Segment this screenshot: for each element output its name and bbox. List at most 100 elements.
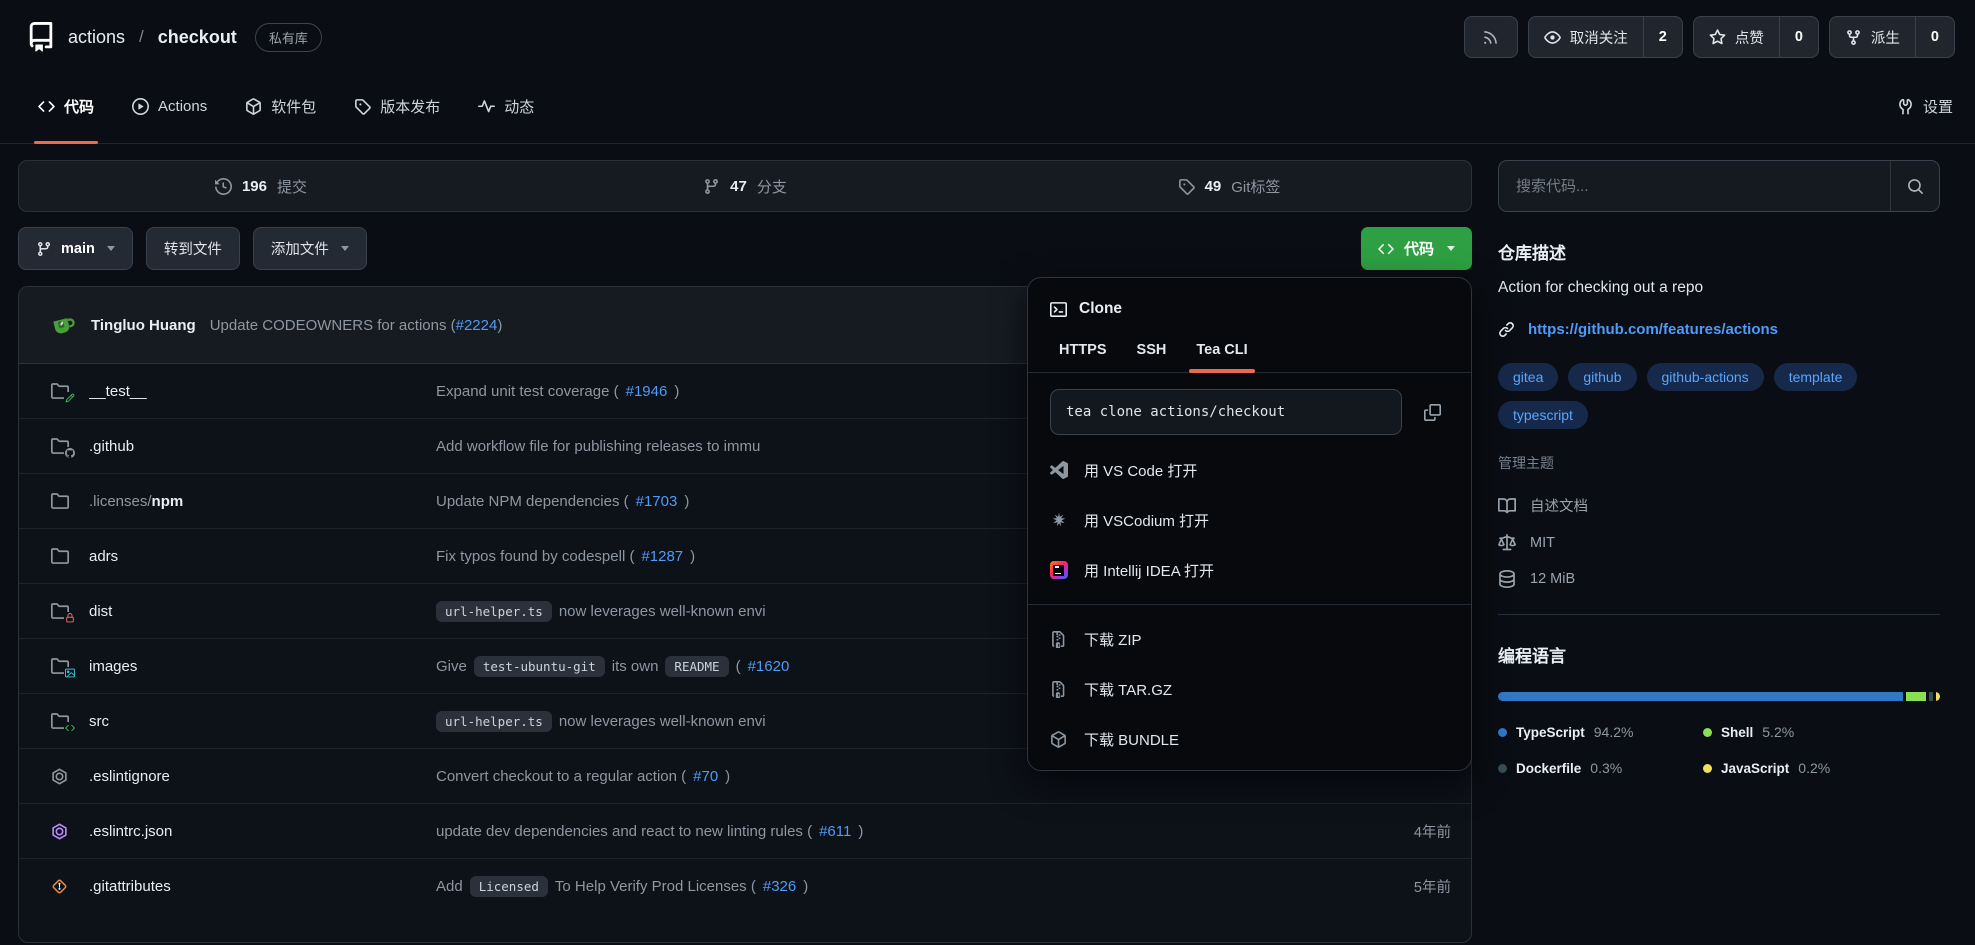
tab-settings[interactable]: 设置 — [1897, 70, 1953, 143]
stat-tags[interactable]: 49Git标签 — [987, 161, 1471, 211]
stat-label: 分支 — [757, 176, 787, 197]
file-name[interactable]: .github — [89, 438, 436, 455]
star-label: 点赞 — [1735, 27, 1764, 48]
unwatch-button[interactable]: 取消关注2 — [1528, 16, 1683, 58]
search-button[interactable] — [1890, 161, 1939, 211]
clone-tab-ssh[interactable]: SSH — [1126, 330, 1178, 372]
eye-icon — [1544, 29, 1561, 46]
topic-typescript[interactable]: typescript — [1498, 401, 1588, 429]
issue-link[interactable]: #1287 — [641, 548, 683, 565]
meta-item[interactable]: 自述文档 — [1498, 495, 1940, 516]
clone-tab-https[interactable]: HTTPS — [1048, 330, 1118, 372]
issue-link[interactable]: #611 — [819, 823, 851, 840]
star-count[interactable]: 0 — [1779, 17, 1818, 57]
meta-item[interactable]: 12 MiB — [1498, 570, 1940, 588]
issue-link[interactable]: #2224 — [456, 317, 498, 334]
language-segment-javascript — [1936, 692, 1940, 701]
menu-item-label: 下载 ZIP — [1084, 629, 1142, 650]
star-button[interactable]: 点赞 0 — [1693, 16, 1819, 58]
fork-count[interactable]: 0 — [1915, 17, 1954, 57]
chevron-down-icon — [341, 246, 349, 251]
tab-actions[interactable]: Actions — [118, 70, 221, 143]
tab-activity[interactable]: 动态 — [464, 70, 548, 143]
language-legend-javascript[interactable]: JavaScript0.2% — [1703, 760, 1940, 776]
issue-link[interactable]: #1620 — [748, 658, 790, 675]
menu-item[interactable]: 下载 ZIP — [1028, 614, 1471, 664]
commit-author[interactable]: Tingluo Huang — [91, 317, 196, 334]
git-diamond-icon — [51, 878, 71, 896]
file-row-partial — [19, 914, 1471, 942]
add-file-button[interactable]: 添加文件 — [253, 227, 367, 270]
book-icon — [1498, 497, 1516, 515]
issue-link[interactable]: #1946 — [626, 383, 668, 400]
content-area: 196提交47分支49Git标签 main 转到文件 添加文件 — [0, 144, 1975, 944]
file-name[interactable]: .licenses/npm — [89, 493, 436, 510]
topic-gitea[interactable]: gitea — [1498, 363, 1558, 391]
rss-button[interactable] — [1464, 16, 1518, 58]
issue-link[interactable]: #326 — [763, 878, 796, 895]
commit-message[interactable]: AddLicensedTo Help Verify Prod Licenses … — [436, 876, 1400, 897]
issue-link[interactable]: #1703 — [636, 493, 678, 510]
stat-value: 196 — [242, 178, 267, 195]
file-name[interactable]: src — [89, 713, 436, 730]
menu-item[interactable]: 用 VSCodium 打开 — [1028, 495, 1471, 545]
stat-commits[interactable]: 196提交 — [19, 161, 503, 211]
file-name[interactable]: .gitattributes — [89, 878, 436, 895]
file-name[interactable]: images — [89, 658, 436, 675]
topic-github-actions[interactable]: github-actions — [1647, 363, 1764, 391]
branch-selector[interactable]: main — [18, 227, 133, 270]
language-legend-typescript[interactable]: TypeScript94.2% — [1498, 724, 1703, 740]
language-segment-typescript — [1498, 692, 1903, 701]
language-bar — [1498, 692, 1940, 701]
tab-label: Actions — [158, 98, 207, 115]
file-name[interactable]: dist — [89, 603, 436, 620]
zip-icon — [1049, 681, 1068, 698]
clone-open-items: 用 VS Code 打开用 VSCodium 打开用 Intellij IDEA… — [1028, 445, 1471, 595]
rss-icon — [1482, 29, 1499, 46]
goto-file-button[interactable]: 转到文件 — [146, 227, 240, 270]
language-name: Dockerfile — [1516, 761, 1581, 776]
search-input[interactable] — [1499, 161, 1890, 211]
file-row[interactable]: .gitattributesAddLicensedTo Help Verify … — [19, 859, 1471, 914]
copy-button[interactable] — [1415, 395, 1449, 429]
menu-item[interactable]: 下载 TAR.GZ — [1028, 664, 1471, 714]
menu-item[interactable]: 下载 BUNDLE — [1028, 714, 1471, 764]
description-heading: 仓库描述 — [1498, 239, 1940, 264]
topic-github[interactable]: github — [1568, 363, 1636, 391]
issue-link[interactable]: #70 — [693, 768, 718, 785]
repo-page: actions / checkout 私有库 取消关注2点赞0派生0 代码Act… — [0, 0, 1975, 945]
stat-branches[interactable]: 47分支 — [503, 161, 987, 211]
file-name[interactable]: .eslintrc.json — [89, 823, 436, 840]
history-icon — [215, 178, 232, 195]
commit-message[interactable]: update dev dependencies and react to new… — [436, 823, 1400, 840]
repo-name-link[interactable]: checkout — [158, 27, 237, 48]
file-name[interactable]: adrs — [89, 548, 436, 565]
website-link[interactable]: https://github.com/features/actions — [1528, 321, 1778, 338]
clone-command-input[interactable] — [1050, 389, 1402, 435]
language-legend-shell[interactable]: Shell5.2% — [1703, 724, 1940, 740]
repo-owner-link[interactable]: actions — [68, 27, 125, 48]
tab-code[interactable]: 代码 — [24, 70, 108, 143]
link-icon — [1498, 321, 1515, 338]
language-legend-dockerfile[interactable]: Dockerfile0.3% — [1498, 760, 1703, 776]
languages-heading: 编程语言 — [1498, 642, 1940, 667]
file-row[interactable]: .eslintrc.jsonupdate dev dependencies an… — [19, 804, 1471, 859]
clone-tab-tea-cli[interactable]: Tea CLI — [1185, 330, 1258, 372]
star-icon — [1709, 29, 1726, 46]
fork-button[interactable]: 派生0 — [1829, 16, 1955, 58]
code-button[interactable]: 代码 — [1361, 227, 1472, 270]
menu-item[interactable]: 用 VS Code 打开 — [1028, 445, 1471, 495]
file-name[interactable]: .eslintignore — [89, 768, 436, 785]
menu-item-label: 下载 BUNDLE — [1084, 729, 1179, 750]
tab-packages[interactable]: 软件包 — [231, 70, 330, 143]
unwatch-count[interactable]: 2 — [1643, 17, 1682, 57]
menu-item[interactable]: 用 Intellij IDEA 打开 — [1028, 545, 1471, 595]
file-name[interactable]: __test__ — [89, 383, 436, 400]
repo-tabs: 代码 Actions 软件包版本发布动态 — [24, 70, 548, 143]
manage-topics-link[interactable]: 管理主题 — [1498, 453, 1554, 473]
language-legend: TypeScript94.2%Shell5.2% Dockerfile0.3%Ja… — [1498, 724, 1940, 776]
meta-item[interactable]: MIT — [1498, 534, 1940, 552]
topic-template[interactable]: template — [1774, 363, 1858, 391]
clone-title: Clone — [1079, 300, 1122, 318]
tab-releases[interactable]: 版本发布 — [340, 70, 454, 143]
